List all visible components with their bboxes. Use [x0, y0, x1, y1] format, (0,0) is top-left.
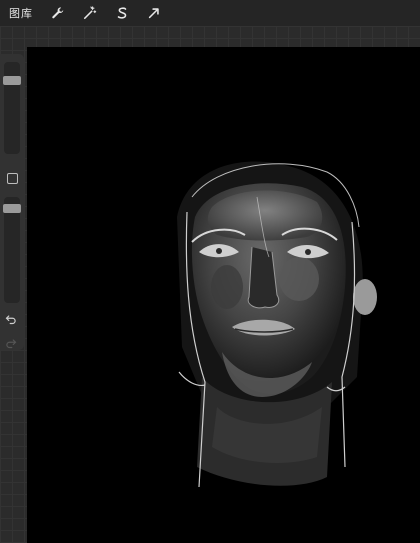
- transform-arrow-icon[interactable]: [144, 3, 164, 23]
- opacity-thumb[interactable]: [3, 204, 21, 213]
- top-toolbar: 图库: [0, 0, 420, 26]
- left-sidebar: [0, 54, 24, 350]
- artwork-portrait: [177, 161, 377, 488]
- redo-button[interactable]: [5, 334, 19, 349]
- brush-size-thumb[interactable]: [3, 76, 21, 85]
- undo-button[interactable]: [5, 310, 19, 325]
- drawing-canvas[interactable]: [27, 47, 420, 543]
- redo-icon: [6, 339, 17, 349]
- modify-button[interactable]: [7, 173, 18, 184]
- adjustments-wand-icon[interactable]: [80, 3, 100, 23]
- gallery-button[interactable]: 图库: [9, 5, 33, 21]
- actions-wrench-icon[interactable]: [48, 3, 68, 23]
- undo-icon: [5, 315, 16, 325]
- selection-s-icon[interactable]: [112, 3, 132, 23]
